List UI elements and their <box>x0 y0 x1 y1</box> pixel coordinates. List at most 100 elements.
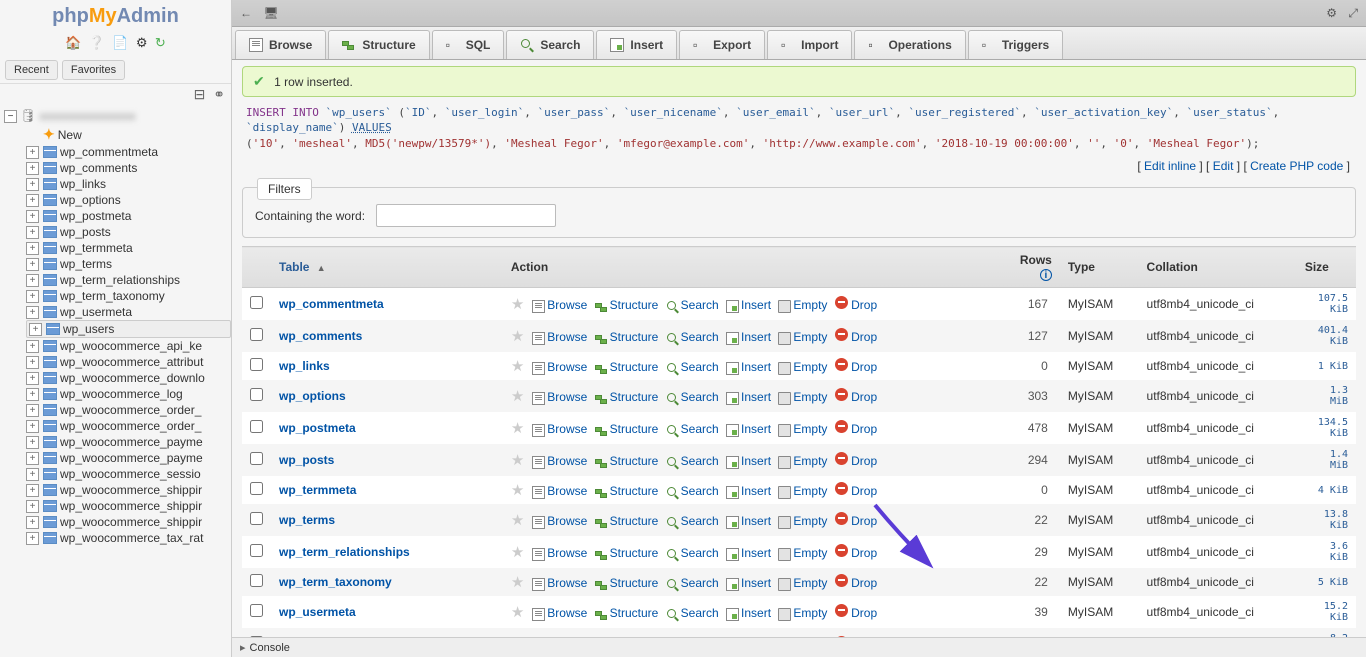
collapse-icon[interactable]: − <box>4 110 17 123</box>
tree-table-link[interactable]: wp_options <box>60 193 121 207</box>
tree-table-item[interactable]: +wp_termmeta <box>26 240 231 256</box>
tree-table-link[interactable]: wp_woocommerce_shippir <box>60 515 202 529</box>
tree-table-link[interactable]: wp_users <box>63 322 114 336</box>
structure-link[interactable]: Structure <box>610 360 659 374</box>
tab-browse[interactable]: Browse <box>235 30 326 59</box>
tree-table-item[interactable]: +wp_woocommerce_api_ke <box>26 338 231 354</box>
search-link[interactable]: Search <box>681 606 719 620</box>
row-checkbox[interactable] <box>250 482 263 495</box>
favorite-icon[interactable]: ★ <box>511 482 524 499</box>
browse-link[interactable]: Browse <box>547 484 587 498</box>
tree-table-item[interactable]: + wp_users <box>26 320 231 338</box>
expand-icon[interactable]: + <box>29 323 42 336</box>
browse-link[interactable]: Browse <box>547 390 587 404</box>
expand-icon[interactable]: + <box>26 290 39 303</box>
search-link[interactable]: Search <box>681 514 719 528</box>
expand-icon[interactable]: + <box>26 516 39 529</box>
gear-icon[interactable]: ⚙ <box>1326 6 1337 20</box>
edit-inline-link[interactable]: Edit inline <box>1144 159 1196 173</box>
tree-table-link[interactable]: wp_commentmeta <box>60 145 158 159</box>
collapse-panel-icon[interactable]: ⤢ <box>1348 6 1358 20</box>
browse-link[interactable]: Browse <box>547 606 587 620</box>
browse-link[interactable]: Browse <box>547 298 587 312</box>
tree-table-link[interactable]: wp_links <box>60 177 106 191</box>
table-name-link[interactable]: wp_termmeta <box>279 483 356 497</box>
info-icon[interactable]: i <box>1040 269 1052 281</box>
expand-icon[interactable]: + <box>26 162 39 175</box>
structure-link[interactable]: Structure <box>610 390 659 404</box>
tree-table-item[interactable]: +wp_woocommerce_downlo <box>26 370 231 386</box>
structure-link[interactable]: Structure <box>610 298 659 312</box>
tree-table-link[interactable]: wp_woocommerce_attribut <box>60 355 203 369</box>
insert-link[interactable]: Insert <box>741 546 771 560</box>
empty-link[interactable]: Empty <box>793 546 827 560</box>
expand-icon[interactable]: + <box>26 404 39 417</box>
drop-link[interactable]: Drop <box>851 484 877 498</box>
tree-table-link[interactable]: wp_postmeta <box>60 209 131 223</box>
empty-link[interactable]: Empty <box>793 390 827 404</box>
tree-table-link[interactable]: wp_woocommerce_shippir <box>60 483 202 497</box>
drop-link[interactable]: Drop <box>851 422 877 436</box>
favorite-icon[interactable]: ★ <box>511 452 524 469</box>
tab-export[interactable]: ▫Export <box>679 30 765 59</box>
tree-table-link[interactable]: wp_term_relationships <box>60 273 180 287</box>
search-link[interactable]: Search <box>681 330 719 344</box>
empty-link[interactable]: Empty <box>793 330 827 344</box>
expand-icon[interactable]: + <box>26 452 39 465</box>
browse-link[interactable]: Browse <box>547 546 587 560</box>
create-php-link[interactable]: Create PHP code <box>1250 159 1343 173</box>
settings-icon[interactable]: ⚙ <box>136 35 148 50</box>
structure-link[interactable]: Structure <box>610 606 659 620</box>
tree-table-link[interactable]: wp_term_taxonomy <box>60 289 165 303</box>
tree-table-link[interactable]: wp_woocommerce_payme <box>60 435 203 449</box>
tree-table-item[interactable]: +wp_commentmeta <box>26 144 231 160</box>
table-name-link[interactable]: wp_commentmeta <box>279 297 384 311</box>
tree-table-item[interactable]: +wp_usermeta <box>26 304 231 320</box>
tree-table-item[interactable]: +wp_woocommerce_payme <box>26 434 231 450</box>
tree-table-link[interactable]: wp_woocommerce_tax_rat <box>60 531 203 545</box>
row-checkbox[interactable] <box>250 420 263 433</box>
col-type[interactable]: Type <box>1060 247 1139 288</box>
expand-icon[interactable]: + <box>26 226 39 239</box>
table-name-link[interactable]: wp_postmeta <box>279 421 356 435</box>
row-checkbox[interactable] <box>250 328 263 341</box>
console-bar[interactable]: ▸ Console <box>232 637 1366 657</box>
tab-triggers[interactable]: ▫Triggers <box>968 30 1063 59</box>
tree-table-link[interactable]: wp_woocommerce_order_ <box>60 419 201 433</box>
table-name-link[interactable]: wp_links <box>279 359 330 373</box>
table-name-link[interactable]: wp_terms <box>279 513 335 527</box>
structure-link[interactable]: Structure <box>610 454 659 468</box>
tree-table-link[interactable]: wp_woocommerce_downlo <box>60 371 205 385</box>
console-expand-icon[interactable]: ▸ <box>240 641 246 654</box>
drop-link[interactable]: Drop <box>851 360 877 374</box>
drop-link[interactable]: Drop <box>851 514 877 528</box>
tree-table-item[interactable]: +wp_woocommerce_sessio <box>26 466 231 482</box>
favorite-icon[interactable]: ★ <box>511 604 524 621</box>
empty-link[interactable]: Empty <box>793 360 827 374</box>
insert-link[interactable]: Insert <box>741 606 771 620</box>
browse-link[interactable]: Browse <box>547 514 587 528</box>
structure-link[interactable]: Structure <box>610 484 659 498</box>
insert-link[interactable]: Insert <box>741 330 771 344</box>
tree-table-item[interactable]: +wp_woocommerce_shippir <box>26 498 231 514</box>
row-checkbox[interactable] <box>250 604 263 617</box>
tab-structure[interactable]: Structure <box>328 30 429 59</box>
search-link[interactable]: Search <box>681 576 719 590</box>
tree-table-link[interactable]: wp_woocommerce_log <box>60 387 183 401</box>
tree-table-item[interactable]: + wp_options <box>26 192 231 208</box>
table-name-link[interactable]: wp_posts <box>279 453 334 467</box>
help-icon[interactable]: ❔ <box>89 35 105 50</box>
table-name-link[interactable]: wp_options <box>279 389 346 403</box>
expand-icon[interactable]: + <box>26 420 39 433</box>
tree-table-item[interactable]: +wp_postmeta <box>26 208 231 224</box>
expand-icon[interactable]: + <box>26 194 39 207</box>
drop-link[interactable]: Drop <box>851 546 877 560</box>
browse-link[interactable]: Browse <box>547 454 587 468</box>
row-checkbox[interactable] <box>250 452 263 465</box>
nav-back-icon[interactable]: ← <box>240 6 252 20</box>
db-node[interactable]: − 🛢 xxxxxxxxxxxxxxxx <box>4 107 231 125</box>
tree-table-item[interactable]: +wp_woocommerce_payme <box>26 450 231 466</box>
tree-table-item[interactable]: +wp_woocommerce_shippir <box>26 482 231 498</box>
search-link[interactable]: Search <box>681 298 719 312</box>
col-rows[interactable]: Rows <box>1020 253 1052 267</box>
